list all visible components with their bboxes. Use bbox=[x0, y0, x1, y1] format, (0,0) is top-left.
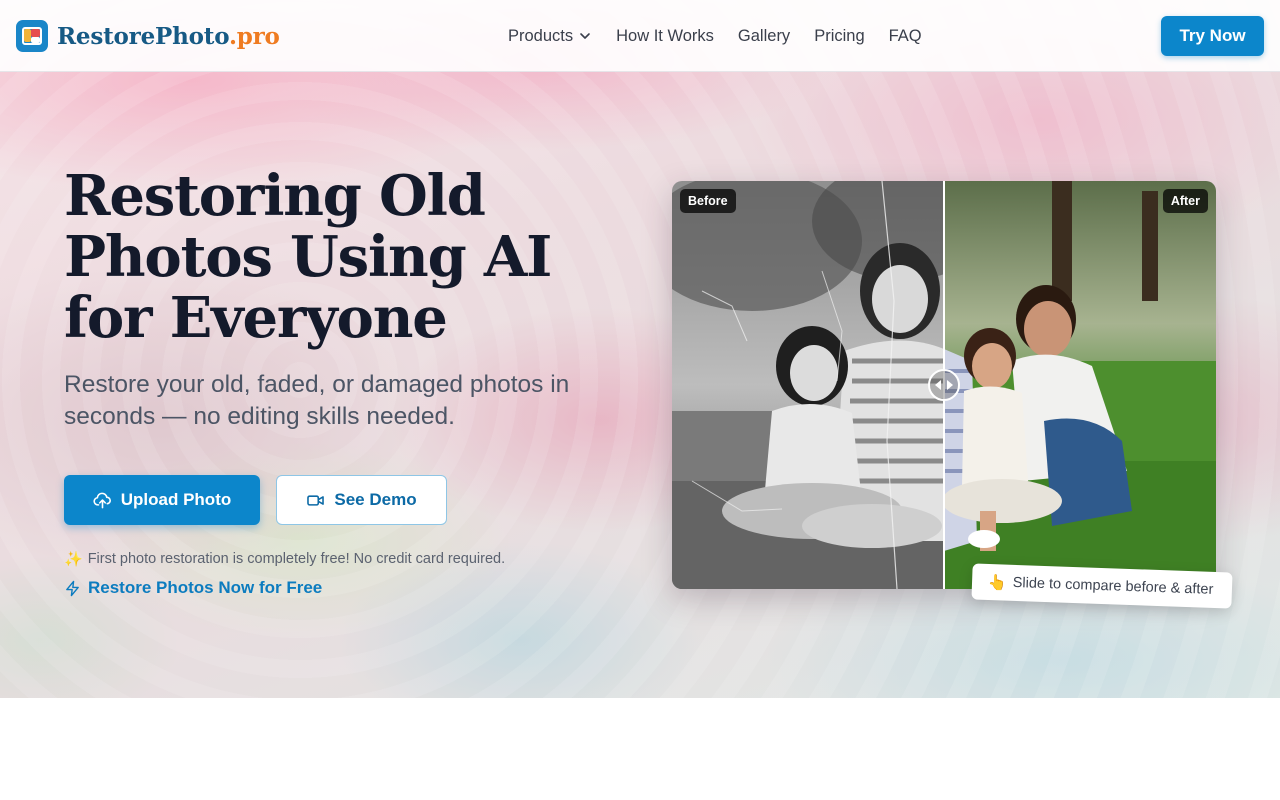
hero-subtitle: Restore your old, faded, or damaged phot… bbox=[64, 371, 570, 430]
restore-free-link[interactable]: Restore Photos Now for Free bbox=[64, 578, 644, 598]
brand-name: RestorePhoto bbox=[57, 22, 229, 50]
navbar: RestorePhoto.pro Products How It Works G… bbox=[0, 0, 1280, 72]
arrows-horizontal-icon bbox=[935, 380, 953, 390]
main-nav: Products How It Works Gallery Pricing FA… bbox=[508, 0, 922, 72]
logo-text: RestorePhoto.pro bbox=[57, 23, 280, 50]
chevron-down-icon bbox=[580, 33, 590, 39]
nav-item-products[interactable]: Products bbox=[508, 27, 592, 46]
sparkles-icon: ✨ bbox=[64, 551, 83, 568]
logo[interactable]: RestorePhoto.pro bbox=[16, 20, 280, 52]
nav-item-pricing[interactable]: Pricing bbox=[814, 27, 864, 46]
nav-item-gallery[interactable]: Gallery bbox=[738, 27, 790, 46]
nav-item-faq[interactable]: FAQ bbox=[889, 27, 922, 46]
brand-tld: .pro bbox=[228, 22, 280, 50]
upload-photo-button[interactable]: Upload Photo bbox=[64, 475, 260, 525]
nav-item-label: Products bbox=[508, 26, 574, 45]
nav-item-how-it-works[interactable]: How It Works bbox=[616, 27, 714, 46]
hero-copy: Restoring Old Photos Using AI for Everyo… bbox=[64, 166, 644, 598]
before-label: Before bbox=[680, 189, 736, 213]
restore-free-label: Restore Photos Now for Free bbox=[88, 578, 323, 597]
slide-hint-text: Slide to compare before & after bbox=[1012, 574, 1214, 598]
cta-row: Upload Photo See Demo bbox=[64, 475, 644, 525]
compare-handle[interactable] bbox=[928, 369, 960, 401]
pointing-hand-icon: 👆 bbox=[987, 574, 1008, 592]
after-label: After bbox=[1162, 189, 1208, 213]
video-icon bbox=[307, 494, 325, 506]
see-demo-button[interactable]: See Demo bbox=[276, 475, 447, 525]
logo-icon bbox=[16, 20, 48, 52]
hero-title: Restoring Old Photos Using AI for Everyo… bbox=[64, 163, 552, 351]
try-now-button[interactable]: Try Now bbox=[1161, 16, 1264, 56]
see-demo-label: See Demo bbox=[334, 490, 417, 509]
upload-photo-label: Upload Photo bbox=[120, 490, 232, 509]
cloud-upload-icon bbox=[93, 492, 111, 508]
free-note-text: First photo restoration is completely fr… bbox=[87, 551, 506, 567]
lightning-icon bbox=[66, 580, 79, 596]
before-after-slider[interactable]: Before After bbox=[672, 181, 1216, 589]
free-note: ✨ First photo restoration is completely … bbox=[64, 550, 644, 568]
